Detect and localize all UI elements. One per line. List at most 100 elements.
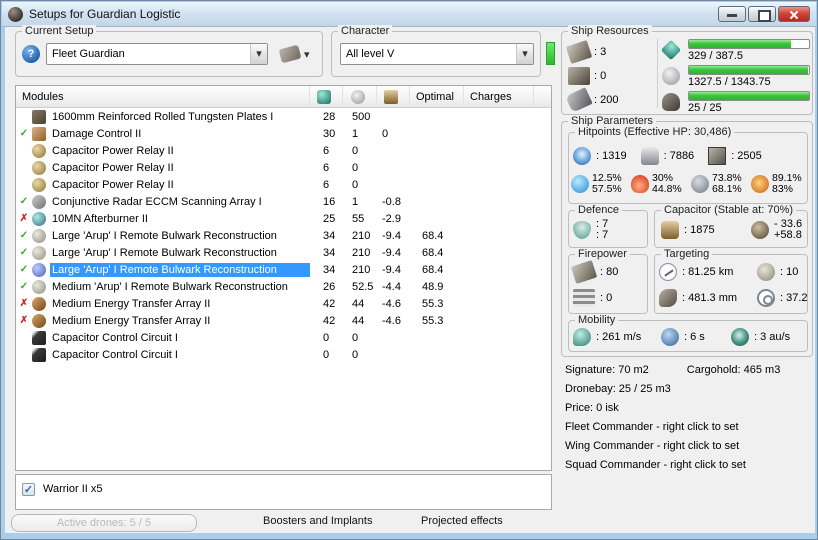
- module-icon: [32, 245, 46, 260]
- module-cap: -0.8: [382, 195, 401, 208]
- module-row[interactable]: Medium 'Arup' I Remote Bulwark Reconstru…: [16, 278, 551, 295]
- shield-hp-icon: [573, 147, 591, 165]
- chevron-down-icon[interactable]: [516, 44, 533, 64]
- modules-table-header: Modules Optimal Charges: [16, 86, 551, 108]
- drone-row[interactable]: Warrior II x5: [22, 479, 551, 499]
- module-icon: [32, 177, 46, 192]
- module-row[interactable]: Damage Control II 30 1 0: [16, 125, 551, 142]
- module-row[interactable]: Capacitor Power Relay II 6 0: [16, 159, 551, 176]
- module-cpu: 26: [323, 280, 336, 293]
- divider: [657, 38, 658, 108]
- module-icon: [32, 262, 46, 277]
- module-cpu: 34: [323, 229, 336, 242]
- armor-hp-value: : 7886: [663, 150, 695, 162]
- module-row[interactable]: Capacitor Control Circuit I 0 0: [16, 346, 551, 363]
- mobility-label: Mobility: [575, 314, 619, 326]
- calibration-icon: [565, 87, 593, 113]
- turret-hardpoints-icon: [565, 40, 593, 64]
- cpu-icon: [317, 89, 331, 104]
- active-drones-button[interactable]: Active drones: 5 / 5: [11, 514, 197, 532]
- explosive-resist-armor: 83%: [772, 183, 794, 195]
- module-powergrid: 0: [352, 348, 359, 361]
- character-select[interactable]: All level V: [340, 43, 534, 65]
- help-icon[interactable]: [22, 45, 40, 63]
- module-icon: [32, 228, 46, 243]
- module-row[interactable]: Capacitor Control Circuit I 0 0: [16, 329, 551, 346]
- wing-commander-text[interactable]: Wing Commander - right click to set: [565, 437, 780, 456]
- capacitor-balance-icon: [751, 221, 769, 239]
- squad-commander-text[interactable]: Squad Commander - right click to set: [565, 456, 780, 475]
- module-cap: 0: [382, 127, 389, 140]
- module-row[interactable]: Large 'Arup' I Remote Bulwark Reconstruc…: [16, 261, 551, 278]
- module-cap: -2.9: [382, 212, 401, 225]
- module-cpu: 6: [323, 144, 330, 157]
- module-name: 1600mm Reinforced Rolled Tungsten Plates…: [52, 110, 274, 123]
- powergrid-bar-value: 1327.5 / 1343.75: [688, 76, 771, 88]
- module-name: Medium Energy Transfer Array II: [52, 297, 211, 310]
- module-powergrid: 0: [352, 331, 359, 344]
- hitpoints-label: Hitpoints (Effective HP: 30,486): [575, 126, 735, 138]
- drone-bandwidth-icon: [662, 93, 680, 111]
- module-cpu: 30: [323, 127, 336, 140]
- module-powergrid: 500: [352, 110, 371, 123]
- module-cap: -9.4: [382, 263, 401, 276]
- launcher-hardpoints-value: : 0: [594, 70, 607, 82]
- capacitor-label: Capacitor (Stable at: 70%): [661, 204, 797, 216]
- fleet-commander-text[interactable]: Fleet Commander - right click to set: [565, 418, 780, 437]
- align-time-value: : 6 s: [684, 331, 705, 343]
- projected-effects-tab[interactable]: Projected effects: [421, 515, 503, 527]
- module-icon: [32, 279, 46, 294]
- minimize-button[interactable]: [718, 6, 746, 22]
- module-powergrid: 0: [352, 178, 359, 191]
- module-row[interactable]: Conjunctive Radar ECCM Scanning Array I 1…: [16, 193, 551, 210]
- tools-icon: [278, 44, 302, 64]
- charges-column-header[interactable]: Charges: [464, 86, 534, 107]
- boosters-implants-tab[interactable]: Boosters and Implants: [263, 515, 372, 527]
- module-icon: [32, 313, 46, 328]
- drone-checkbox[interactable]: [22, 482, 35, 496]
- module-icon: [32, 296, 46, 311]
- fit-error-icon: [16, 315, 32, 326]
- close-button[interactable]: [778, 6, 810, 22]
- sensor-strength-icon: [757, 289, 775, 307]
- align-time-icon: [661, 328, 679, 346]
- module-row[interactable]: Large 'Arup' I Remote Bulwark Reconstruc…: [16, 244, 551, 261]
- targeting-group: Targeting : 81.25 km : 10 : 481.3 mm : 3…: [654, 248, 808, 314]
- maximize-button[interactable]: [748, 6, 776, 22]
- module-optimal: 48.9: [422, 280, 444, 293]
- module-row[interactable]: Large 'Arup' I Remote Bulwark Reconstruc…: [16, 227, 551, 244]
- module-row[interactable]: Medium Energy Transfer Array II 42 44 -4.6 5…: [16, 295, 551, 312]
- powergrid-column-header[interactable]: [343, 86, 377, 107]
- max-velocity-value: : 261 m/s: [596, 331, 642, 343]
- character-select-value: All level V: [346, 48, 395, 60]
- optimal-column-header[interactable]: Optimal: [410, 86, 464, 107]
- module-row[interactable]: Capacitor Power Relay II 6 0: [16, 176, 551, 193]
- drone-label: Warrior II x5: [43, 483, 103, 495]
- signature-text: Signature: 70 m2: [565, 364, 649, 376]
- cpu-column-header[interactable]: [310, 86, 343, 107]
- modules-column-header[interactable]: Modules: [16, 86, 310, 107]
- capacitor-column-header[interactable]: [377, 86, 410, 107]
- setup-tools-button[interactable]: [278, 44, 310, 64]
- module-powergrid: 44: [352, 297, 365, 310]
- module-name: Medium Energy Transfer Array II: [52, 314, 211, 327]
- module-row[interactable]: 1600mm Reinforced Rolled Tungsten Plates…: [16, 108, 551, 125]
- module-icon: [32, 109, 46, 124]
- em-resist-icon: [571, 175, 589, 193]
- capacitor-recharge-value: +58.8: [774, 229, 802, 241]
- chevron-down-icon[interactable]: [250, 44, 267, 64]
- module-powergrid: 1: [352, 127, 359, 140]
- setup-select[interactable]: Fleet Guardian: [46, 43, 268, 65]
- module-row[interactable]: 10MN Afterburner II 25 55 -2.9: [16, 210, 551, 227]
- shield-hp-value: : 1319: [596, 150, 627, 162]
- module-name: Large 'Arup' I Remote Bulwark Reconstruc…: [52, 246, 277, 259]
- module-cpu: 42: [323, 314, 336, 327]
- module-row[interactable]: Medium Energy Transfer Array II 42 44 -4.6 5…: [16, 312, 551, 329]
- module-cap: -4.4: [382, 280, 401, 293]
- thermal-resist-armor: 44.8%: [652, 183, 682, 195]
- module-cpu: 34: [323, 246, 336, 259]
- module-name: Large 'Arup' I Remote Bulwark Reconstruc…: [50, 262, 310, 277]
- fit-ok-icon: [16, 281, 32, 292]
- module-row[interactable]: Capacitor Power Relay II 6 0: [16, 142, 551, 159]
- module-cpu: 16: [323, 195, 336, 208]
